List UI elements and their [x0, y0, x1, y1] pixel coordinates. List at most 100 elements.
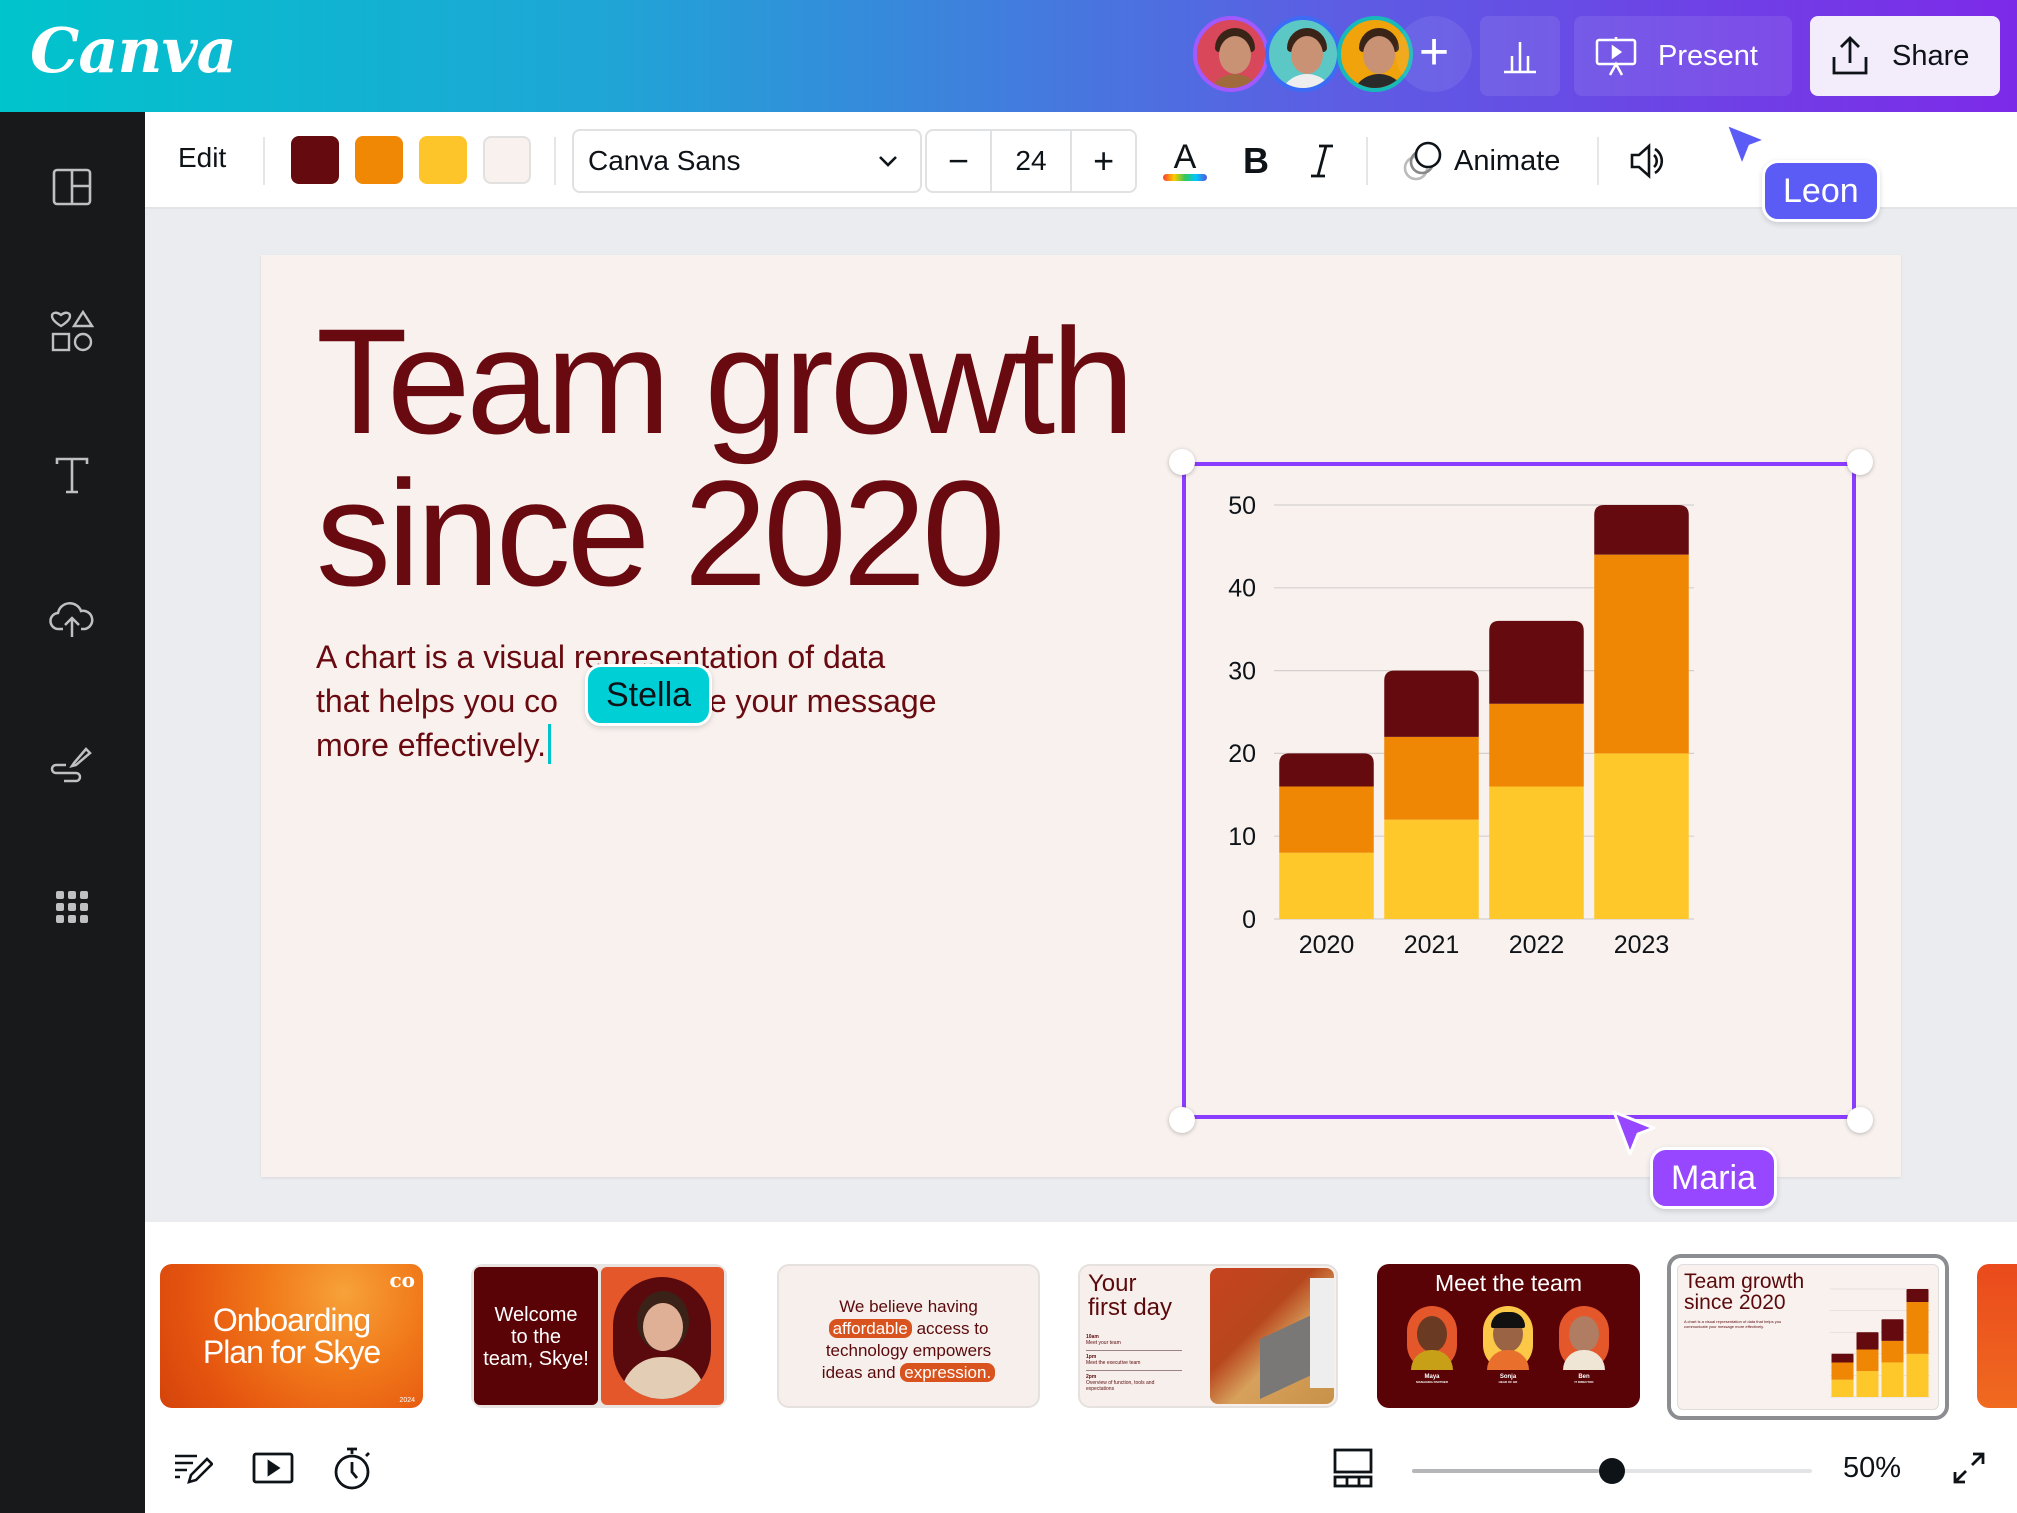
divider [554, 137, 556, 185]
portrait-photo [613, 1277, 711, 1399]
color-swatch[interactable] [483, 136, 531, 184]
text-caret [548, 724, 552, 764]
animate-button[interactable]: Animate [1402, 134, 1560, 188]
bar-segment [1384, 819, 1479, 919]
sidebar-item-elements[interactable] [48, 307, 96, 355]
animate-icon [1403, 141, 1442, 181]
sidebar-item-draw[interactable] [48, 739, 96, 787]
sidebar-item-design[interactable] [48, 163, 96, 211]
thumb-line-part: ideas and [821, 1363, 901, 1382]
present-label: Present [1658, 39, 1758, 72]
slide-title[interactable]: Team growth since 2020 [316, 305, 1135, 609]
bar-segment [1594, 554, 1689, 754]
resize-handle-top-right[interactable] [1847, 449, 1873, 475]
y-tick-label: 40 [1228, 575, 1256, 603]
insights-button[interactable] [1480, 16, 1560, 96]
zoom-percent[interactable]: 50% [1843, 1452, 1901, 1485]
sidebar-item-apps[interactable] [48, 883, 96, 931]
timer-button[interactable] [331, 1446, 375, 1490]
page-thumbnail[interactable] [1977, 1264, 2017, 1408]
page-filmstrip: Onboarding Plan for Skye co 2024 Welcome… [145, 1222, 2017, 1422]
bold-button[interactable]: B [1231, 134, 1281, 188]
sidebar-item-uploads[interactable] [48, 595, 96, 643]
slide-canvas[interactable]: Team growth since 2020 A chart is a visu… [261, 255, 1901, 1177]
bar-segment [1384, 670, 1479, 737]
increase-font-size-button[interactable]: + [1072, 131, 1135, 191]
plus-icon: + [1093, 140, 1115, 181]
page-thumbnail[interactable]: Your first day 10am Meet your team 1pm Mee… [1078, 1264, 1338, 1408]
text-color-button[interactable]: A [1157, 134, 1213, 188]
x-tick-label: 2023 [1614, 931, 1670, 959]
bar-segment [1881, 1340, 1904, 1363]
stopwatch-icon [334, 1447, 370, 1490]
avatar[interactable] [1193, 16, 1269, 92]
zoom-slider[interactable] [1412, 1458, 1812, 1484]
bar-segment [1279, 753, 1374, 787]
team-member: Maya MANAGING PARTNER [1397, 1374, 1467, 1384]
page-thumbnail[interactable]: Meet the team Maya MANAGING PARTNER Sonja… [1377, 1264, 1640, 1408]
agenda-item: 10am Meet your team [1086, 1334, 1182, 1351]
body-line-part: te your message [699, 683, 937, 719]
edit-button[interactable]: Edit [178, 142, 226, 174]
thumb-line: affordable access to [779, 1318, 1038, 1340]
fullscreen-button[interactable] [1947, 1446, 1991, 1490]
page-thumbnail[interactable]: We believe having affordable access to t… [777, 1264, 1040, 1408]
chart-selection-box[interactable]: 0 10 20 30 40 50 2020 2021 2022 2023 [1182, 462, 1856, 1119]
member-role: IT DIRECTOR [1574, 1380, 1594, 1384]
bar-segment [1384, 736, 1479, 820]
thumb-line: Onboarding [212, 1302, 371, 1338]
stacked-bar-chart: 0 10 20 30 40 50 2020 2021 2022 2023 [1228, 492, 1694, 959]
thumb-title: Onboarding Plan for Skye [160, 1304, 423, 1368]
team-portrait [1483, 1306, 1533, 1370]
bar-segment [1856, 1371, 1879, 1397]
resize-handle-bottom-right[interactable] [1847, 1107, 1873, 1133]
resize-handle-bottom-left[interactable] [1169, 1107, 1195, 1133]
thumb-title: Your first day [1088, 1272, 1172, 1320]
text-color-icon: A [1163, 138, 1207, 181]
font-family-dropdown[interactable]: Canva Sans [572, 129, 922, 193]
agenda-text: Meet your team [1086, 1340, 1121, 1346]
presenter-view-button[interactable] [251, 1446, 295, 1490]
add-collaborator-button[interactable]: + [1396, 16, 1472, 92]
page-thumbnail[interactable]: Welcome to the team, Skye! [471, 1264, 727, 1408]
bar-segment [1906, 1301, 1929, 1354]
apps-grid-icon [56, 891, 88, 923]
present-button[interactable]: Present [1574, 16, 1792, 96]
color-swatch[interactable] [419, 136, 467, 184]
italic-button[interactable] [1297, 134, 1347, 188]
font-size-input[interactable]: 24 [989, 131, 1073, 191]
y-tick-label: 10 [1228, 823, 1256, 851]
zoom-slider-thumb[interactable] [1599, 1458, 1625, 1484]
grid-view-icon [1333, 1448, 1373, 1488]
color-swatch[interactable] [355, 136, 403, 184]
notes-button[interactable] [171, 1446, 215, 1490]
bottom-bar: 50% [145, 1422, 2017, 1513]
highlight: expression. [900, 1363, 996, 1382]
cursor-name: Leon [1783, 171, 1859, 210]
bold-icon: B [1243, 140, 1269, 181]
sidebar-item-text[interactable] [48, 451, 96, 499]
decrease-font-size-button[interactable]: − [927, 131, 990, 191]
divider [1597, 137, 1599, 185]
avatar[interactable] [1265, 16, 1341, 92]
canva-logo[interactable]: Canva [30, 14, 237, 87]
bar-chart-icon [1504, 42, 1536, 74]
resize-handle-top-left[interactable] [1169, 449, 1195, 475]
cursor-arrow-leon [1724, 122, 1768, 168]
bar-segment [1906, 1289, 1929, 1302]
audio-button[interactable] [1623, 134, 1673, 188]
body-line: more effectively. [316, 723, 996, 767]
page-thumbnail-selected[interactable]: Team growth since 2020 A chart is a visu… [1667, 1254, 1949, 1420]
thumb-line: Plan for Skye [202, 1334, 381, 1370]
laptop-photo [1210, 1268, 1334, 1404]
thumb-line: since 2020 [1684, 1291, 1786, 1314]
share-button[interactable]: Share [1810, 16, 2000, 96]
page-thumbnail[interactable]: Onboarding Plan for Skye co 2024 [160, 1264, 423, 1408]
draw-icon [50, 747, 92, 783]
color-swatch[interactable] [291, 136, 339, 184]
grid-view-button[interactable] [1331, 1446, 1375, 1490]
thumb-photo-panel [601, 1267, 724, 1405]
y-tick-label: 50 [1228, 492, 1256, 520]
team-portrait [1407, 1306, 1457, 1370]
thumb-line: to the [510, 1326, 562, 1348]
